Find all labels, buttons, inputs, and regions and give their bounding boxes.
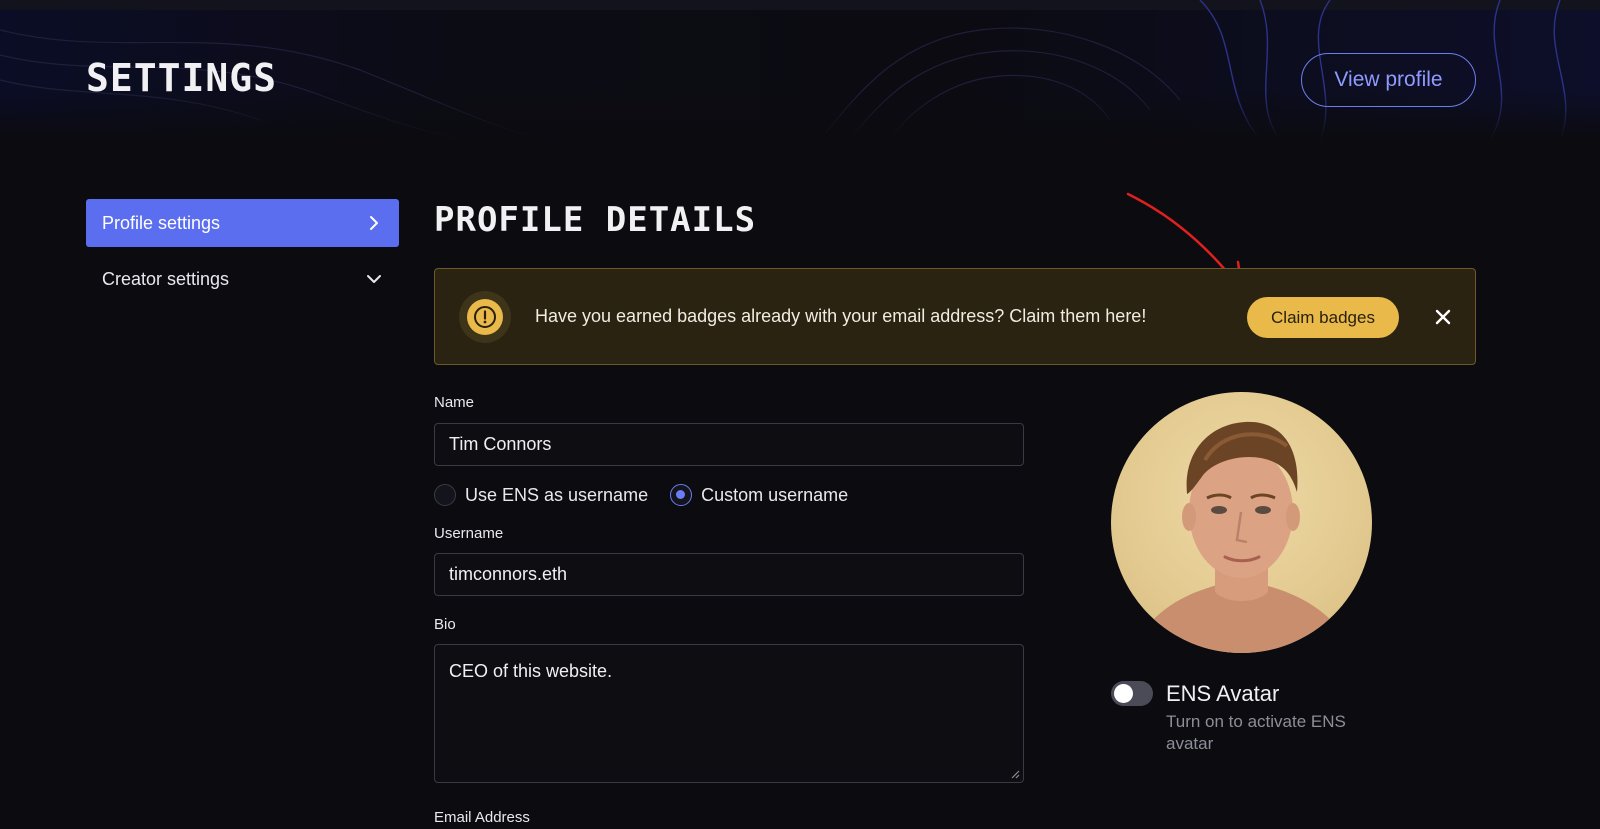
sidebar-item-creator-settings[interactable]: Creator settings xyxy=(86,255,399,303)
chevron-right-icon xyxy=(370,216,378,230)
claim-badges-banner: Have you earned badges already with your… xyxy=(434,268,1476,365)
name-field[interactable]: Tim Connors xyxy=(434,423,1024,466)
username-mode-group: Use ENS as username Custom username xyxy=(434,484,870,506)
radio-dot xyxy=(434,484,456,506)
sidebar-item-profile-settings[interactable]: Profile settings xyxy=(86,199,399,247)
chevron-down-icon xyxy=(367,275,381,283)
close-icon[interactable] xyxy=(1431,305,1455,329)
radio-use-ens[interactable]: Use ENS as username xyxy=(434,484,648,506)
sidebar-item-label: Creator settings xyxy=(102,268,230,289)
ens-avatar-toggle[interactable] xyxy=(1111,681,1153,706)
sidebar-item-label: Profile settings xyxy=(102,212,221,233)
alert-icon-wrap xyxy=(459,291,511,343)
radio-dot xyxy=(670,484,693,506)
ens-avatar-title: ENS Avatar xyxy=(1166,681,1280,706)
settings-sidebar: Profile settings Creator settings xyxy=(86,199,399,311)
banner-message: Have you earned badges already with your… xyxy=(535,306,1147,326)
username-label: Username xyxy=(434,525,504,542)
username-field[interactable]: timconnors.eth xyxy=(434,553,1024,596)
radio-custom-username[interactable]: Custom username xyxy=(670,484,848,506)
name-label: Name xyxy=(434,394,475,411)
ens-avatar-description: Turn on to activate ENS avatar xyxy=(1166,712,1346,753)
bio-label: Bio xyxy=(434,616,456,633)
section-title: PROFILE DETAILS xyxy=(434,200,757,240)
email-label: Email Address xyxy=(434,809,530,826)
page-title: SETTINGS xyxy=(86,56,278,100)
claim-badges-button[interactable]: Claim badges xyxy=(1247,297,1399,338)
bio-text: CEO of this website. xyxy=(449,661,613,681)
radio-label: Use ENS as username xyxy=(465,484,649,505)
radio-label: Custom username xyxy=(701,484,849,505)
bio-textarea[interactable]: CEO of this website. xyxy=(434,644,1024,783)
toggle-knob xyxy=(1114,684,1133,703)
view-profile-button[interactable]: View profile xyxy=(1301,53,1476,107)
avatar[interactable] xyxy=(1111,392,1372,653)
alert-circle-icon xyxy=(467,299,503,335)
resize-grip-icon[interactable] xyxy=(1010,769,1020,779)
